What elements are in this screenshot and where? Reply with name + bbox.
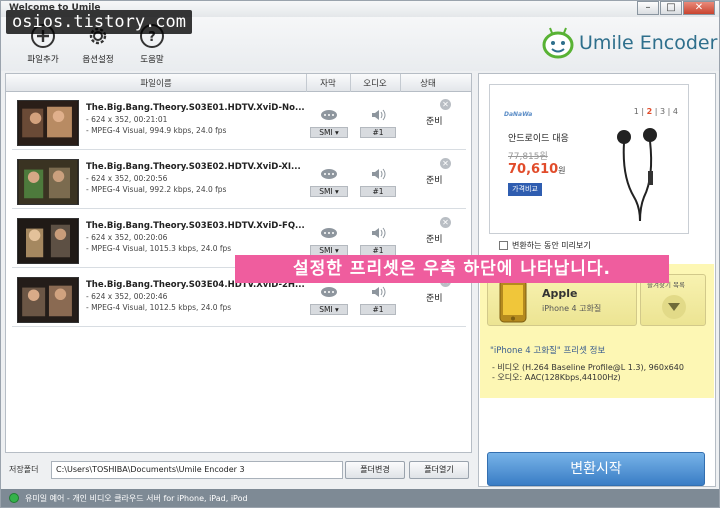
subtitle-icon xyxy=(321,110,337,120)
subtitle-icon xyxy=(321,287,337,297)
ad-banner[interactable]: DaNaWa 1 | 2 | 3 | 4 안드로이드 대응 77,815원 70… xyxy=(489,84,689,234)
umile-mascot-icon xyxy=(542,27,574,59)
chevron-down-icon[interactable] xyxy=(662,295,686,319)
ad-pager: 1 | 2 | 3 | 4 xyxy=(634,107,678,116)
file-resolution: - 624 x 352, 00:21:01 xyxy=(86,115,168,124)
settings-label: 옵션설정 xyxy=(82,55,114,65)
video-thumbnail xyxy=(17,100,79,146)
save-folder-path[interactable]: C:\Users\TOSHIBA\Documents\Umile Encoder… xyxy=(51,461,343,479)
speaker-icon xyxy=(372,286,386,298)
save-folder-bar: 저장폴더 C:\Users\TOSHIBA\Documents\Umile En… xyxy=(5,459,472,481)
ad-brand: DaNaWa xyxy=(504,111,533,118)
subtitle-icon xyxy=(321,169,337,179)
file-resolution: - 624 x 352, 00:20:46 xyxy=(86,292,168,301)
remove-icon[interactable]: ✕ xyxy=(440,158,451,169)
video-thumbnail xyxy=(17,218,79,264)
watermark: osios.tistory.com xyxy=(6,10,192,34)
column-audio[interactable]: 오디오 xyxy=(350,77,400,89)
subtitle-dropdown[interactable]: SMI ▾ xyxy=(310,127,348,138)
subtitle-icon xyxy=(321,228,337,238)
open-folder-button[interactable]: 폴더열기 xyxy=(409,461,469,479)
status-text: 준비 xyxy=(426,117,443,127)
price-compare-button[interactable]: 가격비교 xyxy=(508,183,542,196)
remove-icon[interactable]: ✕ xyxy=(440,217,451,228)
column-subtitle[interactable]: 자막 xyxy=(306,77,350,89)
video-thumbnail xyxy=(17,159,79,205)
ad-page-2[interactable]: 2 xyxy=(647,107,653,116)
audio-track-dropdown[interactable]: #1 xyxy=(360,186,396,197)
convert-button[interactable]: 변환시작 xyxy=(487,452,705,486)
ad-page-separator: | xyxy=(654,107,658,116)
close-button[interactable]: ✕ xyxy=(683,1,715,15)
file-name: The.Big.Bang.Theory.S03E02.HDTV.XviD-XI.… xyxy=(86,162,301,172)
file-codec: - MPEG-4 Visual, 994.9 kbps, 24.0 fps xyxy=(86,126,227,135)
preset-highlight: Apple iPhone 4 고화질 즐겨찾기 목록 "iPhone 4 고화질… xyxy=(480,264,714,398)
status-bar-text: 유미일 예어 - 개인 비디오 클라우드 서버 for iPhone, iPad… xyxy=(25,494,248,503)
file-name: The.Big.Bang.Theory.S03E01.HDTV.XviD-No.… xyxy=(86,103,305,113)
ad-page-3[interactable]: 3 xyxy=(660,107,665,116)
change-folder-button[interactable]: 폴더변경 xyxy=(345,461,405,479)
video-thumbnail xyxy=(17,277,79,323)
annotation-caption: 설정한 프리셋은 우측 하단에 나타납니다. xyxy=(235,255,669,283)
audio-track-dropdown[interactable]: #1 xyxy=(360,304,396,315)
file-codec: - MPEG-4 Visual, 1012.5 kbps, 24.0 fps xyxy=(86,303,232,312)
subtitle-dropdown[interactable]: SMI ▾ xyxy=(310,304,348,315)
speaker-icon xyxy=(372,168,386,180)
preset-info-title: "iPhone 4 고화질" 프리셋 정보 xyxy=(490,346,606,356)
ad-page-4[interactable]: 4 xyxy=(673,107,678,116)
save-folder-label: 저장폴더 xyxy=(9,465,39,474)
maximize-button[interactable]: □ xyxy=(660,1,682,15)
window-controls: – □ ✕ xyxy=(637,1,715,15)
ad-page-1[interactable]: 1 xyxy=(634,107,639,116)
ad-new-price: 70,610원 xyxy=(508,162,566,177)
status-indicator-icon xyxy=(9,493,19,503)
column-filename[interactable]: 파일이름 xyxy=(6,77,306,89)
file-list-header: 파일이름 자막 오디오 상태 xyxy=(6,74,471,92)
earphone-image xyxy=(617,128,657,222)
preview-checkbox[interactable]: 변환하는 동안 미리보기 xyxy=(499,240,591,251)
speaker-icon xyxy=(372,109,386,121)
preset-audio-info: - 오디오: AAC(128Kbps,44100Hz) xyxy=(492,373,621,382)
subtitle-dropdown[interactable]: SMI ▾ xyxy=(310,186,348,197)
help-label: 도움말 xyxy=(140,55,164,65)
ad-page-separator: | xyxy=(667,107,671,116)
status-text: 준비 xyxy=(426,294,443,304)
status-bar: 유미일 예어 - 개인 비디오 클라우드 서버 for iPhone, iPad… xyxy=(1,489,719,507)
add-file-label: 파일추가 xyxy=(27,55,59,65)
checkbox-box[interactable] xyxy=(499,241,508,250)
file-codec: - MPEG-4 Visual, 1015.3 kbps, 24.0 fps xyxy=(86,244,232,253)
preset-sub: iPhone 4 고화질 xyxy=(542,304,602,313)
status-text: 준비 xyxy=(426,235,443,245)
file-row[interactable]: The.Big.Bang.Theory.S03E01.HDTV.XviD-No.… xyxy=(12,96,466,150)
logo-text: Umile Encoder xyxy=(579,32,718,54)
iphone-icon xyxy=(499,279,527,323)
speaker-icon xyxy=(372,227,386,239)
ad-page-separator: | xyxy=(641,107,645,116)
status-text: 준비 xyxy=(426,176,443,186)
file-resolution: - 624 x 352, 00:20:06 xyxy=(86,233,168,242)
file-row[interactable]: The.Big.Bang.Theory.S03E02.HDTV.XviD-XI.… xyxy=(12,155,466,209)
minimize-button[interactable]: – xyxy=(637,1,659,15)
ad-title: 안드로이드 대응 xyxy=(508,134,569,144)
remove-icon[interactable]: ✕ xyxy=(440,99,451,110)
audio-track-dropdown[interactable]: #1 xyxy=(360,127,396,138)
column-status[interactable]: 상태 xyxy=(400,77,456,89)
file-codec: - MPEG-4 Visual, 992.2 kbps, 24.0 fps xyxy=(86,185,227,194)
ad-old-price: 77,815원 xyxy=(508,152,548,162)
app-window: Welcome to Umile – □ ✕ 파일추가 옵션설정 ? 도움말 U… xyxy=(0,0,720,508)
preset-name: Apple xyxy=(542,287,578,300)
file-resolution: - 624 x 352, 00:20:56 xyxy=(86,174,168,183)
file-name: The.Big.Bang.Theory.S03E03.HDTV.XviD-FQ.… xyxy=(86,221,305,231)
preview-label: 변환하는 동안 미리보기 xyxy=(512,241,591,250)
app-logo: Umile Encoder xyxy=(541,25,717,61)
